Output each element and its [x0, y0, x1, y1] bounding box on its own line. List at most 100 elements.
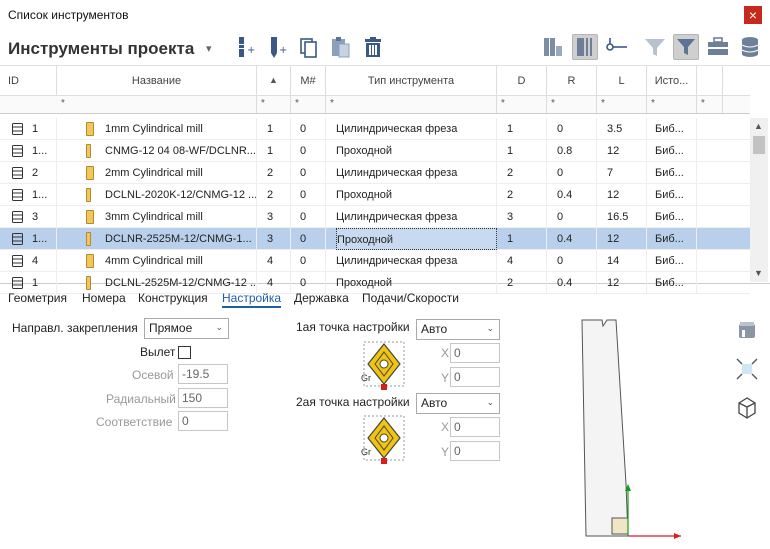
cell-l[interactable]: 12 — [607, 140, 647, 162]
cell-l[interactable]: 16.5 — [607, 206, 647, 228]
cell-name[interactable]: 2mm Cylindrical mill — [105, 162, 257, 184]
cell-n[interactable]: 1 — [267, 118, 291, 140]
cell-r[interactable]: 0.8 — [557, 140, 597, 162]
cell-type[interactable]: Цилиндрическая фреза — [336, 162, 497, 184]
filter-m[interactable]: * — [291, 96, 326, 113]
cell-d[interactable]: 4 — [507, 250, 547, 272]
cell-r[interactable]: 0.4 — [557, 228, 597, 250]
cell-n[interactable]: 2 — [267, 184, 291, 206]
cell-m[interactable]: 0 — [300, 118, 326, 140]
x2-input[interactable] — [450, 417, 500, 437]
col-d[interactable]: D — [497, 66, 547, 95]
cell-m[interactable]: 0 — [300, 206, 326, 228]
cell-l[interactable]: 3.5 — [607, 118, 647, 140]
cell-d[interactable]: 1 — [507, 118, 547, 140]
col-source[interactable]: Исто... — [647, 66, 697, 95]
cell-src[interactable]: Биб... — [655, 162, 697, 184]
delete-icon[interactable] — [360, 34, 386, 60]
insert-point2-icon[interactable]: Gr — [360, 414, 408, 466]
point1-select[interactable]: Авто ⌄ — [416, 319, 500, 340]
cell-r[interactable]: 0 — [557, 206, 597, 228]
filter-r[interactable]: * — [547, 96, 597, 113]
point2-select[interactable]: Авто ⌄ — [416, 393, 500, 414]
holder-view-icon[interactable] — [734, 318, 760, 344]
cell-type[interactable]: Цилиндрическая фреза — [336, 250, 497, 272]
cell-d[interactable]: 1 — [507, 228, 547, 250]
connect-icon[interactable] — [604, 34, 630, 60]
cell-n[interactable]: 3 — [267, 228, 291, 250]
filter-number[interactable]: * — [257, 96, 291, 113]
cell-name[interactable]: 1mm Cylindrical mill — [105, 118, 257, 140]
filter-icon[interactable] — [642, 34, 668, 60]
cell-m[interactable]: 0 — [300, 228, 326, 250]
cell-src[interactable]: Биб... — [655, 228, 697, 250]
table-row[interactable]: 1... CNMG-12 04 08-WF/DCLNR... 1 0 Проходной… — [0, 140, 750, 162]
filter-name[interactable]: * — [57, 96, 257, 113]
cell-l[interactable]: 12 — [607, 228, 647, 250]
col-number[interactable]: ▲ — [257, 66, 291, 95]
cell-n[interactable]: 4 — [267, 250, 291, 272]
cell-type[interactable]: Проходной — [336, 228, 497, 250]
cell-l[interactable]: 14 — [607, 250, 647, 272]
cell-name[interactable]: 3mm Cylindrical mill — [105, 206, 257, 228]
cell-type[interactable]: Цилиндрическая фреза — [336, 118, 497, 140]
cell-l[interactable]: 7 — [607, 162, 647, 184]
insert-point1-icon[interactable]: Gr — [360, 340, 408, 392]
scroll-down-icon[interactable]: ▼ — [754, 268, 763, 278]
cell-id[interactable]: 3 — [32, 206, 57, 228]
cell-r[interactable]: 0 — [557, 162, 597, 184]
database-icon[interactable] — [737, 34, 763, 60]
cell-type[interactable]: Цилиндрическая фреза — [336, 206, 497, 228]
tab-setup[interactable]: Настройка — [222, 291, 282, 308]
cell-src[interactable]: Биб... — [655, 206, 697, 228]
table-row[interactable]: 1... DCLNR-2525M-12/CNMG-1... 3 0 Проходной 1… — [0, 228, 750, 250]
cell-id[interactable]: 2 — [32, 162, 57, 184]
add-mill-icon[interactable]: + — [232, 34, 258, 60]
filter-l[interactable]: * — [597, 96, 647, 113]
cell-id[interactable]: 1 — [32, 118, 57, 140]
cell-src[interactable]: Биб... — [655, 118, 697, 140]
cell-src[interactable]: Биб... — [655, 250, 697, 272]
filter-source[interactable]: * — [647, 96, 697, 113]
table-scrollbar[interactable]: ▲ ▼ — [750, 118, 768, 282]
filter-type[interactable]: * — [326, 96, 497, 113]
cell-r[interactable]: 0 — [557, 250, 597, 272]
cell-type[interactable]: Проходной — [336, 140, 497, 162]
col-m[interactable]: M# — [291, 66, 326, 95]
table-row[interactable]: 1... DCLNL-2020K-12/CNMG-12 ... 2 0 Проходно… — [0, 184, 750, 206]
cell-id[interactable]: 1... — [32, 184, 57, 206]
column-select-icon[interactable] — [572, 34, 598, 60]
cell-name[interactable]: 4mm Cylindrical mill — [105, 250, 257, 272]
cell-src[interactable]: Биб... — [655, 184, 697, 206]
toolbox-icon[interactable] — [705, 34, 731, 60]
tab-numbers[interactable]: Номера — [82, 291, 126, 305]
cell-m[interactable]: 0 — [300, 250, 326, 272]
fit-view-icon[interactable] — [734, 356, 760, 382]
filter-d[interactable]: * — [497, 96, 547, 113]
cell-id[interactable]: 1... — [32, 140, 57, 162]
tab-holder[interactable]: Державка — [294, 291, 349, 305]
scroll-thumb[interactable] — [753, 136, 765, 154]
cell-id[interactable]: 1... — [32, 228, 57, 250]
overhang-checkbox[interactable] — [178, 346, 191, 359]
cell-r[interactable]: 0.4 — [557, 184, 597, 206]
cell-name[interactable]: CNMG-12 04 08-WF/DCLNR... — [105, 140, 257, 162]
cell-m[interactable]: 0 — [300, 140, 326, 162]
cell-name[interactable]: DCLNR-2525M-12/CNMG-1... — [105, 228, 257, 250]
paste-icon[interactable] — [328, 34, 354, 60]
tab-geometry[interactable]: Геометрия — [8, 291, 67, 305]
cell-d[interactable]: 3 — [507, 206, 547, 228]
table-row[interactable]: 4 4mm Cylindrical mill 4 0 Цилиндрическая фр… — [0, 250, 750, 272]
filter-active-icon[interactable] — [673, 34, 699, 60]
col-r[interactable]: R — [547, 66, 597, 95]
cell-d[interactable]: 2 — [507, 184, 547, 206]
cell-m[interactable]: 0 — [300, 184, 326, 206]
tab-feeds[interactable]: Подачи/Скорости — [362, 291, 459, 305]
add-turning-icon[interactable]: + — [264, 34, 290, 60]
cell-l[interactable]: 12 — [607, 184, 647, 206]
cell-n[interactable]: 2 — [267, 162, 291, 184]
cell-m[interactable]: 0 — [300, 162, 326, 184]
table-row[interactable]: 3 3mm Cylindrical mill 3 0 Цилиндрическая фр… — [0, 206, 750, 228]
col-name[interactable]: Название — [57, 66, 257, 95]
cell-r[interactable]: 0 — [557, 118, 597, 140]
